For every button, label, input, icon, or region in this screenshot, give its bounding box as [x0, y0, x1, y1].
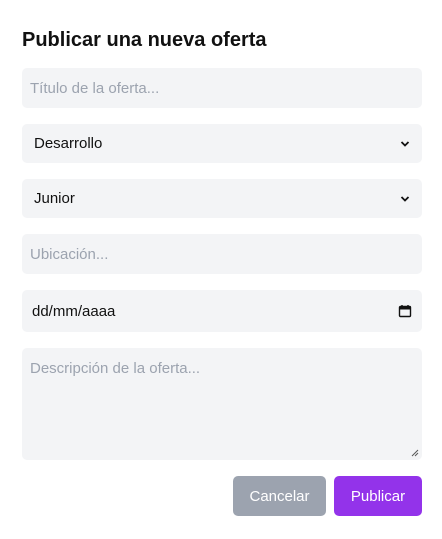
offer-title-input[interactable]	[22, 68, 422, 108]
chevron-down-icon	[400, 195, 410, 202]
description-wrapper	[22, 348, 422, 460]
chevron-down-icon	[400, 140, 410, 147]
calendar-icon[interactable]	[398, 304, 412, 318]
publish-offer-dialog: Publicar una nueva oferta Desarrollo Jun…	[0, 0, 442, 539]
date-input-value: dd/mm/aaaa	[32, 302, 116, 320]
resize-handle-icon[interactable]	[411, 449, 419, 457]
cancel-button[interactable]: Cancelar	[233, 476, 326, 516]
category-select[interactable]: Desarrollo	[22, 124, 422, 163]
publish-button[interactable]: Publicar	[334, 476, 422, 516]
dialog-title: Publicar una nueva oferta	[22, 29, 267, 51]
description-textarea[interactable]	[22, 348, 422, 460]
location-input[interactable]	[22, 234, 422, 274]
level-select[interactable]: Junior	[22, 179, 422, 218]
level-select-value: Junior	[34, 190, 75, 207]
category-select-value: Desarrollo	[34, 135, 103, 152]
date-input[interactable]: dd/mm/aaaa	[22, 290, 422, 332]
